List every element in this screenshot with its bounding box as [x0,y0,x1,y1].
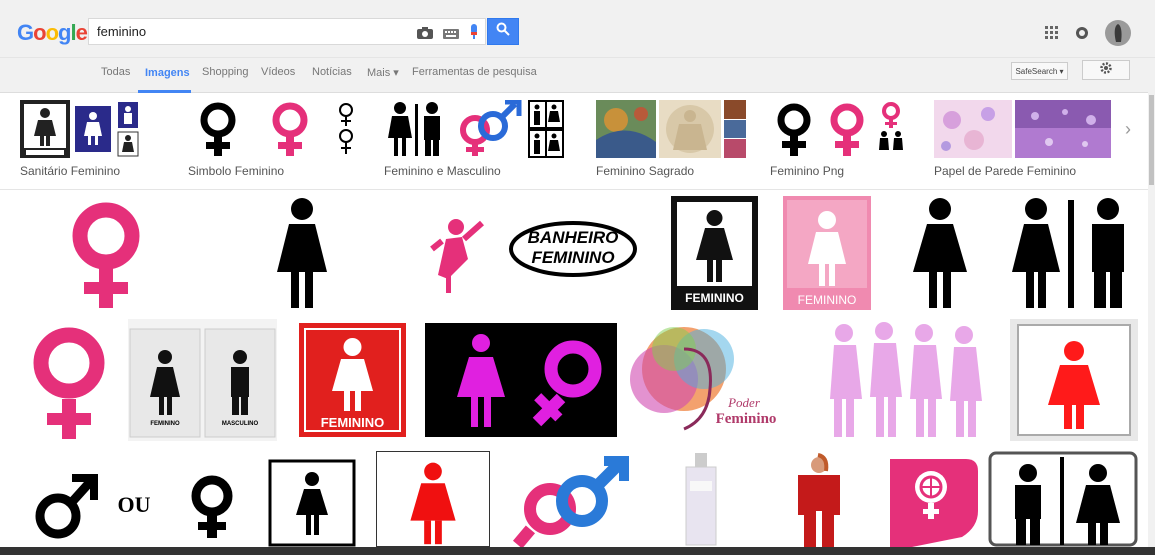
tab-videos[interactable]: Vídeos [261,66,295,78]
thumb [200,102,236,156]
image-result[interactable] [498,451,638,547]
related-search-label: Feminino Sagrado [596,164,695,178]
image-result[interactable] [20,319,118,441]
thumb [388,102,440,156]
related-searches: Sanitário Feminino Simbolo Feminino Femi… [0,95,1155,190]
image-result[interactable] [880,196,1000,310]
svg-text:FEMININO: FEMININO [150,421,180,427]
related-search-label: Feminino Png [770,164,845,178]
thumb [528,100,564,158]
tab-todas[interactable]: Todas [101,66,130,78]
svg-text:FEMININO: FEMININO [321,415,385,430]
related-search-label: Simbolo Feminino [188,164,285,178]
google-logo[interactable]: Google [17,20,88,46]
thumb [934,100,1012,158]
image-result[interactable]: BANHEIRO FEMININO [408,209,646,296]
top-bar: Google [0,0,1155,58]
thumb [73,100,113,158]
image-result[interactable] [20,196,192,310]
thumb [339,103,353,154]
chevron-right-icon[interactable]: › [1125,119,1131,140]
taskbar-strip [0,547,1155,555]
thumb [596,100,656,158]
image-result[interactable] [425,323,617,437]
search-box [88,18,486,45]
thumb [460,100,522,156]
settings-button[interactable] [1082,60,1130,80]
thumb [20,100,70,158]
related-search-label: Sanitário Feminino [20,164,121,178]
svg-text:Feminino: Feminino [716,411,777,427]
keyboard-icon[interactable] [443,26,459,44]
image-result[interactable] [764,451,874,547]
notifications-icon[interactable] [1075,26,1089,45]
image-result[interactable] [814,319,1000,441]
search-tabs: Todas Imagens Shopping Vídeos Notícias M… [0,58,1155,93]
tab-ferramentas[interactable]: Ferramentas de pesquisa [412,66,537,78]
image-result[interactable]: Poder Feminino [624,319,805,441]
thumb [830,103,864,156]
tab-shopping[interactable]: Shopping [202,66,249,78]
image-result[interactable]: FEMININO [671,196,758,310]
svg-text:FEMININO: FEMININO [685,291,744,305]
search-input[interactable] [89,19,419,44]
svg-text:MASCULINO: MASCULINO [222,421,259,427]
camera-icon[interactable] [417,26,433,44]
mic-icon[interactable] [469,24,479,45]
thumb [879,102,903,150]
image-result[interactable] [882,451,980,547]
svg-text:BANHEIRO: BANHEIRO [528,228,619,247]
search-icon [496,22,510,41]
avatar[interactable] [1105,20,1131,51]
image-result[interactable] [646,451,756,547]
image-result[interactable]: FEMININO MASCULINO [128,319,277,441]
search-button[interactable] [487,18,519,45]
svg-text:FEMININO: FEMININO [798,293,857,307]
svg-text:OU: OU [118,492,151,517]
scrollbar-thumb[interactable] [1149,95,1154,185]
gear-icon [1100,61,1112,79]
image-result[interactable]: FEMININO [289,319,416,441]
svg-text:Poder: Poder [727,395,761,410]
thumb [724,100,746,158]
tab-mais[interactable]: Mais ▾ [367,66,399,79]
thumb [777,103,811,156]
thumb [116,100,140,158]
tab-noticias[interactable]: Notícias [312,66,352,78]
safe-search-button[interactable]: SafeSearch ▾ [1011,62,1068,80]
image-result[interactable] [203,196,401,310]
thumb [659,100,721,158]
image-result[interactable]: FEMININO [783,196,871,310]
image-result[interactable] [376,451,490,547]
active-tab-indicator [138,90,191,93]
svg-text:FEMININO: FEMININO [531,248,614,267]
image-result[interactable] [988,451,1138,547]
image-result[interactable] [256,451,368,547]
tab-imagens[interactable]: Imagens [145,67,190,79]
related-search-label: Feminino e Masculino [384,164,501,178]
image-result[interactable] [1006,196,1138,310]
image-result[interactable]: OU [20,472,248,540]
thumb [1015,100,1111,158]
apps-icon[interactable] [1045,26,1059,45]
related-search-label: Papel de Parede Feminino [934,164,1077,178]
image-result[interactable] [1010,319,1138,441]
thumb [272,102,308,156]
